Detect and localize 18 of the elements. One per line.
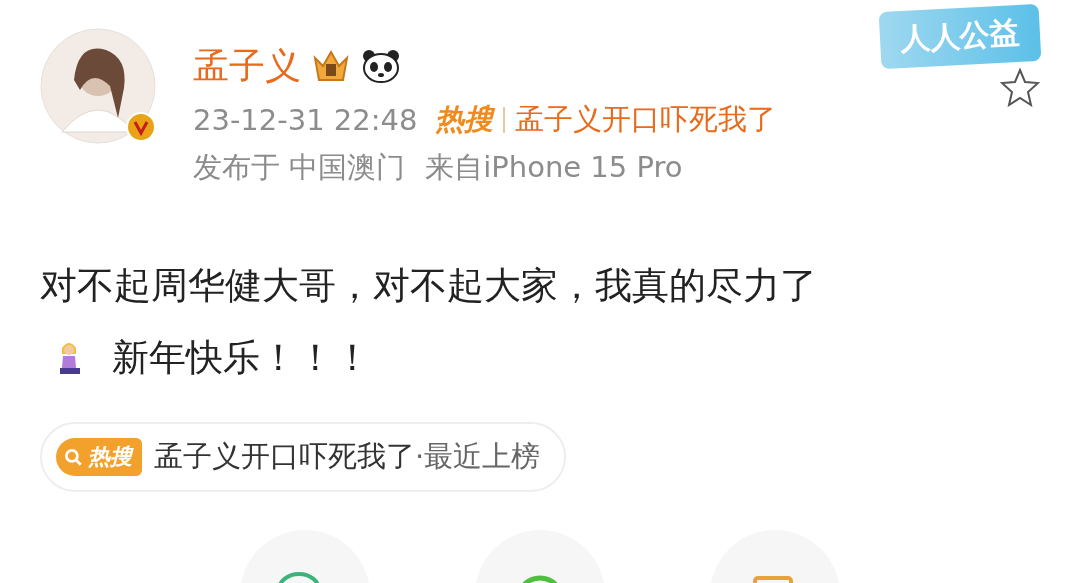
crown-icon bbox=[311, 48, 351, 84]
post-location: 发布于 中国澳门 bbox=[193, 149, 406, 186]
star-icon[interactable] bbox=[1000, 67, 1040, 107]
charity-badge[interactable]: 人人公益 bbox=[878, 3, 1042, 70]
hot-search-card[interactable]: 热搜 孟子义开口吓死我了·最近上榜 bbox=[40, 422, 567, 492]
hot-topic: 孟子义开口吓死我了 bbox=[154, 438, 415, 475]
avatar[interactable] bbox=[40, 28, 156, 144]
panda-icon bbox=[361, 48, 401, 84]
post-text: 对不起周华健大哥，对不起大家，我真的尽力了 bbox=[40, 263, 818, 309]
post-time: 23-12-31 22:48 bbox=[193, 103, 418, 137]
ranking-status: ·最近上榜 bbox=[415, 438, 541, 475]
hot-search-label: 热搜 bbox=[88, 443, 132, 471]
author-name[interactable]: 孟子义 bbox=[193, 41, 301, 91]
hot-topic-link[interactable]: 孟子义开口吓死我了 bbox=[515, 100, 777, 140]
hot-search-label: 热搜 bbox=[435, 101, 494, 138]
search-icon bbox=[62, 446, 84, 468]
post-source: 来自iPhone 15 Pro bbox=[425, 149, 683, 186]
post-text: 新年快乐！！！ bbox=[112, 335, 371, 381]
